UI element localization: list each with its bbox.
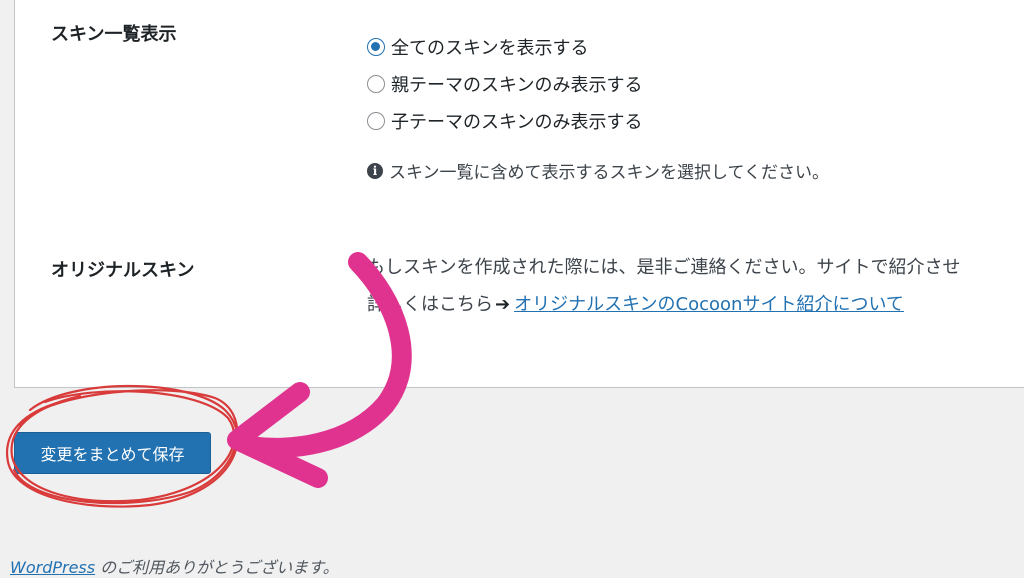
radio-button[interactable] <box>367 112 385 130</box>
details-prefix: 詳しくはこちら <box>367 294 493 315</box>
original-skin-details: 詳しくはこちら ➔ オリジナルスキンのCocoonサイト紹介について <box>367 290 904 316</box>
radio-button-checked[interactable] <box>367 38 385 56</box>
radio-button[interactable] <box>367 75 385 93</box>
arrow-right-icon: ➔ <box>495 294 511 315</box>
radio-label: 子テーマのスキンのみ表示する <box>391 112 643 133</box>
skin-list-help: i スキン一覧に含めて表示するスキンを選択してください。 <box>367 158 829 183</box>
footer-suffix: のご利用ありがとうございます。 <box>95 558 339 577</box>
original-skin-label: オリジナルスキン <box>51 260 195 281</box>
original-skin-description: もしスキンを作成された際には、是非ご連絡ください。サイトで紹介させ <box>367 257 961 278</box>
original-skin-link[interactable]: オリジナルスキンのCocoonサイト紹介について <box>514 294 904 315</box>
skin-list-label: スキン一覧表示 <box>51 24 177 45</box>
radio-option-all-skins[interactable]: 全てのスキンを表示する <box>367 34 588 60</box>
footer-text: WordPress のご利用ありがとうございます。 <box>10 554 339 578</box>
radio-option-parent-theme-skins[interactable]: 親テーマのスキンのみ表示する <box>367 71 642 97</box>
wordpress-link[interactable]: WordPress <box>10 558 95 577</box>
skin-list-help-text: スキン一覧に含めて表示するスキンを選択してください。 <box>389 163 829 183</box>
radio-option-child-theme-skins[interactable]: 子テーマのスキンのみ表示する <box>367 108 642 134</box>
info-icon: i <box>367 162 383 179</box>
save-all-changes-button[interactable]: 変更をまとめて保存 <box>14 432 211 474</box>
radio-label: 親テーマのスキンのみ表示する <box>391 75 643 96</box>
radio-label: 全てのスキンを表示する <box>391 38 589 59</box>
